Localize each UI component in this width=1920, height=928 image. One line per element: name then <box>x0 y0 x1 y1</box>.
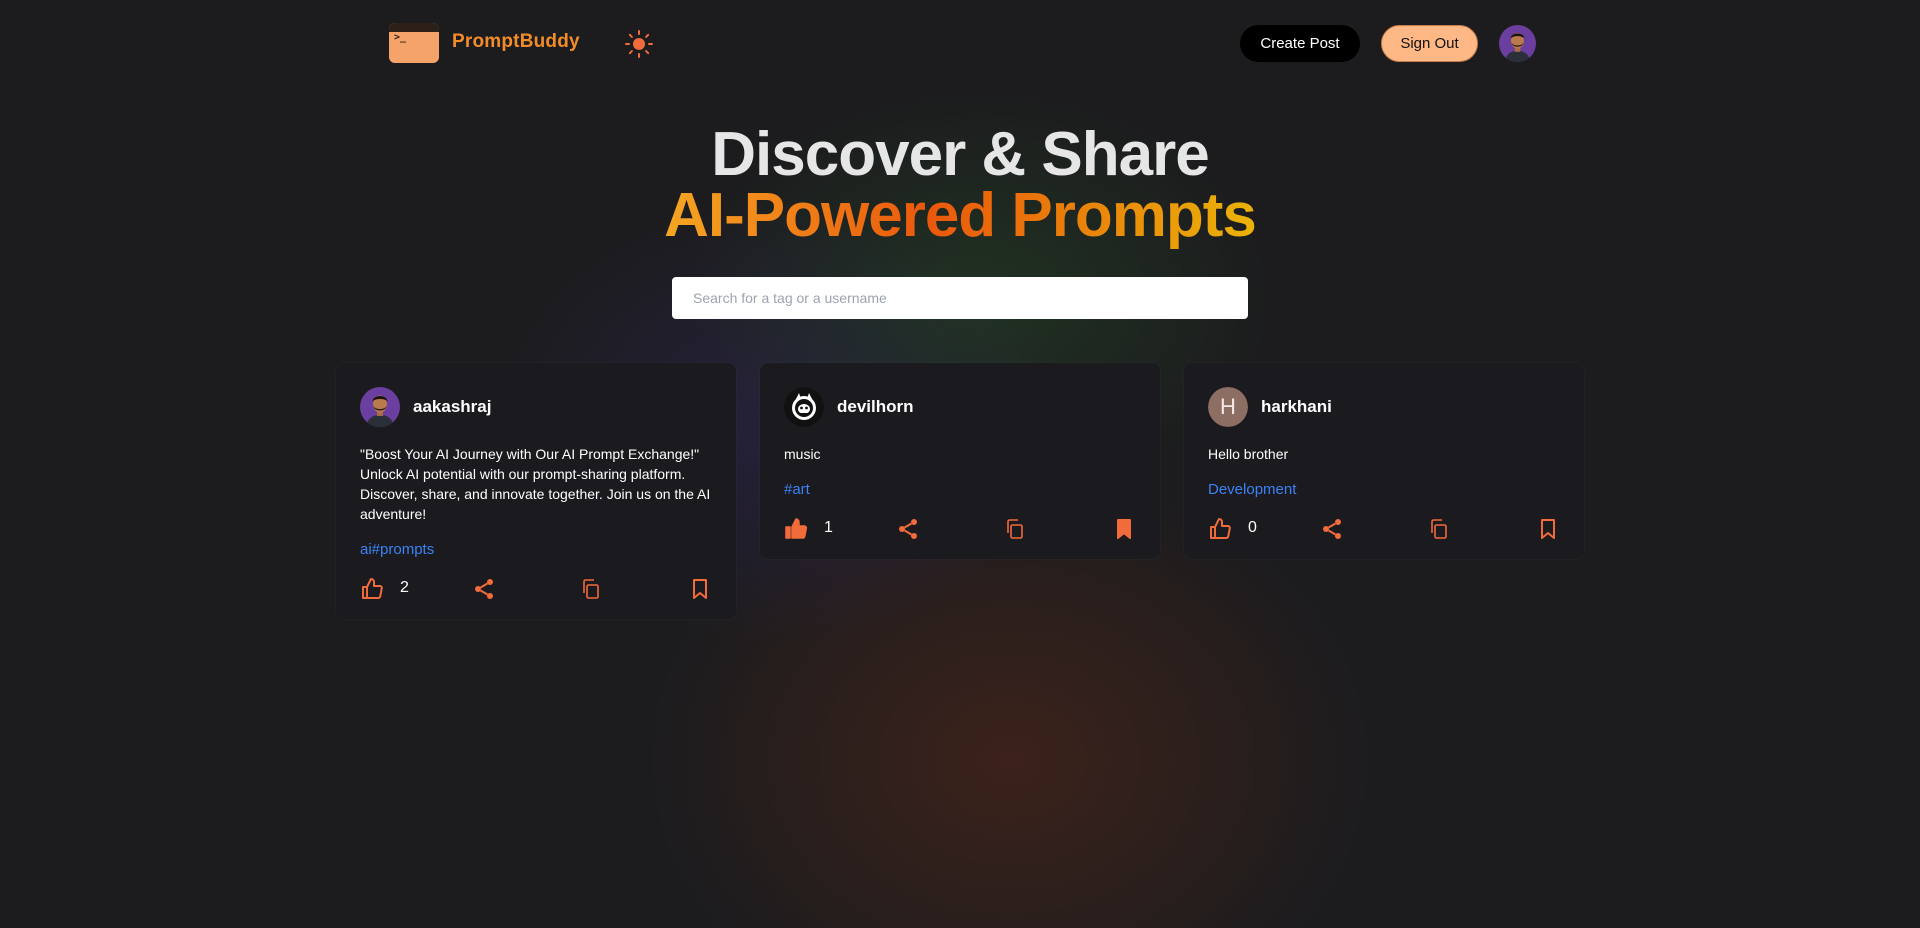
logo-icon[interactable]: >_ <box>389 23 439 63</box>
copy-icon[interactable] <box>1427 517 1451 541</box>
prompt-text: "Boost Your AI Journey with Our AI Promp… <box>360 446 711 522</box>
create-post-button[interactable]: Create Post <box>1240 25 1360 62</box>
prompt-text: music <box>784 446 821 462</box>
card-actions: 0 <box>1208 517 1560 541</box>
prompt-card: devilhorn music #art 1 <box>760 363 1160 559</box>
sun-icon[interactable] <box>624 29 654 59</box>
bookmark-filled-icon[interactable] <box>1112 517 1136 541</box>
sign-out-button[interactable]: Sign Out <box>1381 25 1478 62</box>
top-navbar: >_ PromptBuddy Create Post Sign Out <box>0 0 1920 86</box>
like-count: 2 <box>400 579 409 596</box>
avatar-letter: H <box>1208 387 1248 427</box>
prompt-text: Hello brother <box>1208 446 1289 462</box>
author-avatar[interactable] <box>360 387 400 427</box>
like-count: 1 <box>824 519 833 536</box>
prompt-card: aakashraj "Boost Your AI Journey with Ou… <box>336 363 736 619</box>
author-avatar[interactable] <box>784 387 824 427</box>
card-author[interactable]: devilhorn <box>784 387 914 427</box>
like-count: 0 <box>1248 519 1257 536</box>
thumbs-up-icon[interactable] <box>360 577 384 601</box>
card-author[interactable]: H harkhani <box>1208 387 1332 427</box>
copy-icon[interactable] <box>1003 517 1027 541</box>
share-icon[interactable] <box>472 577 496 601</box>
author-username[interactable]: harkhani <box>1261 397 1332 417</box>
prompt-tag[interactable]: #art <box>784 481 810 498</box>
author-avatar[interactable]: H <box>1208 387 1248 427</box>
share-icon[interactable] <box>1320 517 1344 541</box>
prompt-card: H harkhani Hello brother Development 0 <box>1184 363 1584 559</box>
bookmark-icon[interactable] <box>688 577 712 601</box>
copy-icon[interactable] <box>579 577 603 601</box>
prompt-tag[interactable]: ai#prompts <box>360 541 434 558</box>
search-input[interactable] <box>672 277 1248 319</box>
bookmark-icon[interactable] <box>1536 517 1560 541</box>
hero-subtitle-text: AI-Powered Prompts <box>664 181 1257 250</box>
card-author[interactable]: aakashraj <box>360 387 491 427</box>
avatar-photo-icon <box>360 387 400 427</box>
brand-name[interactable]: PromptBuddy <box>452 31 580 53</box>
thumbs-up-filled-icon[interactable] <box>784 517 808 541</box>
hero-subtitle: AI-Powered Prompts <box>0 180 1920 251</box>
share-icon[interactable] <box>896 517 920 541</box>
avatar-photo-icon <box>1499 25 1536 62</box>
logo-prompt-text: >_ <box>394 32 407 43</box>
devilhorn-logo-icon <box>784 387 824 427</box>
user-avatar[interactable] <box>1499 25 1536 62</box>
prompt-tag[interactable]: Development <box>1208 481 1296 498</box>
author-username[interactable]: aakashraj <box>413 397 491 417</box>
author-username[interactable]: devilhorn <box>837 397 914 417</box>
logo-titlebar <box>389 23 439 32</box>
card-actions: 1 <box>784 517 1136 541</box>
thumbs-up-icon[interactable] <box>1208 517 1232 541</box>
card-actions: 2 <box>360 577 712 601</box>
